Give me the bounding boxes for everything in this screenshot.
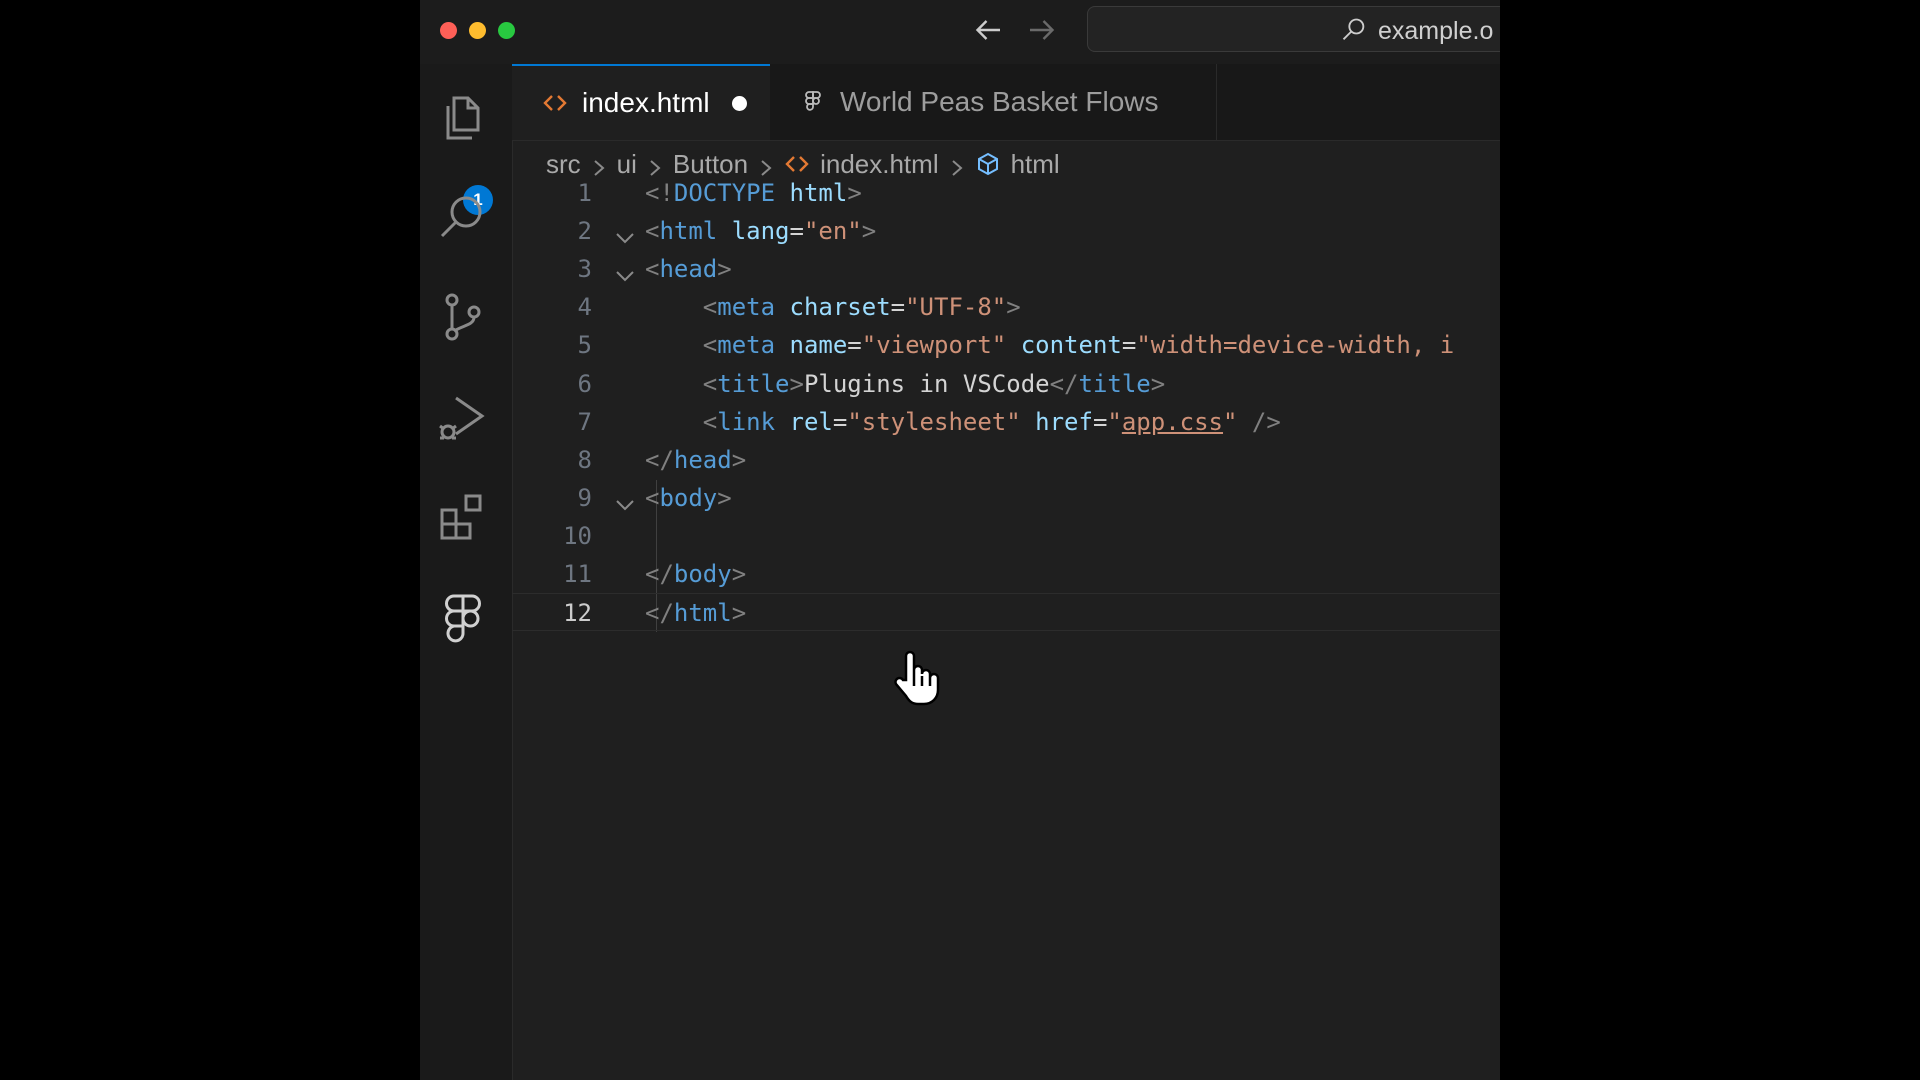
code-text: <body> [645,483,732,512]
tab-bar: index.html World Peas Basket Flows [512,64,1500,141]
minimize-window-button[interactable] [469,22,486,39]
line-number: 2 [577,217,592,246]
code-line[interactable]: 11 </body> [512,555,1500,593]
code-line[interactable]: 8 </head> [512,441,1500,479]
code-text: <head> [645,255,732,284]
code-line[interactable]: 3 <head> [512,250,1500,288]
code-text: <link rel="stylesheet" href="app.css" /> [702,407,1281,436]
code-text: <html lang="en"> [645,217,877,246]
command-center-search[interactable]: example.o [1087,6,1500,52]
code-line[interactable]: 2 <html lang="en"> [512,212,1500,250]
tab-label: index.html [582,87,710,118]
chevron-right-icon [591,154,607,176]
chevron-right-icon [647,154,663,176]
line-number: 9 [577,483,592,512]
title-bar: example.o [420,0,1500,65]
code-line[interactable]: 4 <meta charset="UTF-8"> [512,288,1500,326]
line-number: 11 [563,560,592,588]
vscode-window: example.o 1 index.html World Peas Basket… [420,0,1500,1080]
line-number: 10 [563,521,592,550]
fold-chevron-icon[interactable] [614,221,636,244]
fold-chevron-icon[interactable] [614,259,636,282]
source-control-icon[interactable] [434,288,492,346]
line-number: 1 [577,179,592,207]
code-line[interactable]: 9 <body> [512,479,1500,517]
search-icon[interactable] [434,188,492,246]
chevron-right-icon [758,154,774,176]
back-arrow-icon[interactable] [970,12,1006,48]
maximize-window-button[interactable] [498,22,515,39]
line-number: 7 [577,407,592,436]
code-line[interactable]: 7 <link rel="stylesheet" href="app.css" … [512,403,1500,441]
chevron-right-icon [949,154,965,176]
line-number: 6 [577,369,592,398]
tab-index-html[interactable]: index.html [512,64,770,140]
html-icon [542,90,568,116]
line-number: 4 [577,293,592,322]
code-text: </head> [645,445,747,474]
code-line[interactable]: 12 </html> [512,593,1500,632]
extensions-icon[interactable] [434,488,492,546]
line-number: 8 [577,445,592,474]
code-text: </html> [645,599,747,628]
fold-chevron-icon[interactable] [614,488,636,511]
code-text: </body> [645,560,747,588]
search-text: example.o [1378,17,1494,45]
activity-bar: 1 [420,64,513,1080]
hand-pointer-cursor-icon [894,650,940,706]
run-debug-icon[interactable] [434,388,492,446]
line-number: 5 [577,331,592,360]
figma-icon[interactable] [434,588,492,646]
code-line[interactable]: 6 <title>Plugins in VSCode</title> [512,365,1500,403]
forward-arrow-icon[interactable] [1024,12,1060,48]
figma-icon [800,89,826,115]
code-text: <meta charset="UTF-8"> [702,293,1021,322]
explorer-icon[interactable] [434,88,492,146]
code-text: <!DOCTYPE html> [645,179,862,207]
code-editor[interactable]: 1 <!DOCTYPE html> 2 <html lang="en"> 3 <head>… [512,179,1500,1080]
code-line[interactable]: 10 [512,517,1500,555]
search-icon [1340,16,1368,44]
line-number: 3 [577,255,592,284]
tab-label: World Peas Basket Flows [840,86,1159,117]
tab-world-peas-basket-flows[interactable]: World Peas Basket Flows [770,64,1217,140]
code-line[interactable]: 1 <!DOCTYPE html> [512,174,1500,212]
code-line[interactable]: 5 <meta name="viewport" content="width=d… [512,326,1500,364]
close-window-button[interactable] [440,22,457,39]
unsaved-dot-icon[interactable] [731,95,747,111]
code-text: <title>Plugins in VSCode</title> [702,369,1166,398]
line-number: 12 [563,599,592,628]
code-text: <meta name="viewport" content="width=dev… [702,331,1455,360]
